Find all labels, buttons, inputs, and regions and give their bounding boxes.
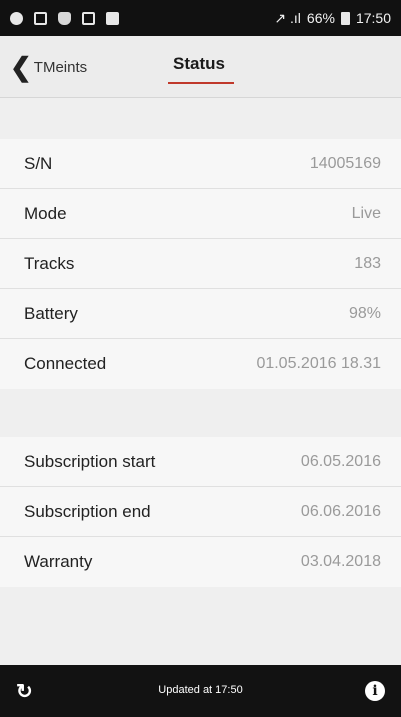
list-item-sn: S/N 14005169 [0, 139, 401, 189]
row-value: 06.06.2016 [300, 502, 381, 520]
bug-icon [58, 11, 71, 25]
row-label: Warranty [24, 552, 93, 571]
list-item-connected: Connected 01.05.2016 18.31 [0, 339, 401, 389]
messenger-icon [10, 11, 23, 25]
status-right: ↗ .ıl 66% 17:50 [274, 10, 391, 27]
gallery-icon [34, 11, 47, 25]
row-label: S/N [24, 153, 53, 173]
chevron-left-icon: ❮ [10, 52, 32, 82]
row-label: Connected [24, 354, 107, 373]
row-label: Mode [24, 203, 67, 223]
updated-status: Updated at 17:50 [158, 684, 243, 696]
battery-icon [340, 11, 350, 25]
mail-icon [82, 11, 95, 25]
row-label: Battery [24, 303, 78, 323]
page-title: Status [173, 54, 225, 73]
list-item-subscription-end: Subscription end 06.06.2016 [0, 487, 401, 537]
device-info-list: S/N 14005169 Mode Live Tracks 183 Batter… [0, 139, 401, 389]
bag-icon [106, 11, 119, 25]
subscription-info-list: Subscription start 06.05.2016 Subscripti… [0, 437, 401, 587]
row-value: 06.05.2016 [300, 452, 381, 470]
bottom-toolbar: ↻ Updated at 17:50 i [0, 665, 401, 717]
signal-icon: ↗ .ıl [274, 9, 301, 26]
list-item-battery: Battery 98% [0, 289, 401, 339]
refresh-icon[interactable]: ↻ [16, 679, 33, 704]
row-value: 98% [348, 304, 381, 322]
row-value: 01.05.2016 18.31 [256, 355, 381, 372]
row-label: Subscription start [24, 451, 156, 471]
row-label: Tracks [24, 253, 75, 273]
info-icon[interactable]: i [365, 681, 385, 701]
row-value: 14005169 [309, 154, 381, 172]
back-button[interactable]: ❮ TMeints [10, 54, 87, 80]
notification-icons [10, 11, 119, 25]
list-item-subscription-start: Subscription start 06.05.2016 [0, 437, 401, 487]
back-label: TMeints [33, 58, 88, 76]
battery-percent: 66% [306, 10, 335, 26]
list-item-tracks: Tracks 183 [0, 239, 401, 289]
system-status-bar: ↗ .ıl 66% 17:50 [0, 0, 401, 36]
list-item-warranty: Warranty 03.04.2018 [0, 537, 401, 587]
clock: 17:50 [355, 10, 391, 26]
row-value: 183 [354, 254, 381, 272]
title-underline [168, 82, 234, 84]
row-label: Subscription end [24, 501, 151, 521]
list-item-mode: Mode Live [0, 189, 401, 239]
navigation-bar: ❮ TMeints Status [0, 36, 401, 98]
row-value: Live [351, 204, 381, 222]
row-value: 03.04.2018 [300, 553, 381, 570]
